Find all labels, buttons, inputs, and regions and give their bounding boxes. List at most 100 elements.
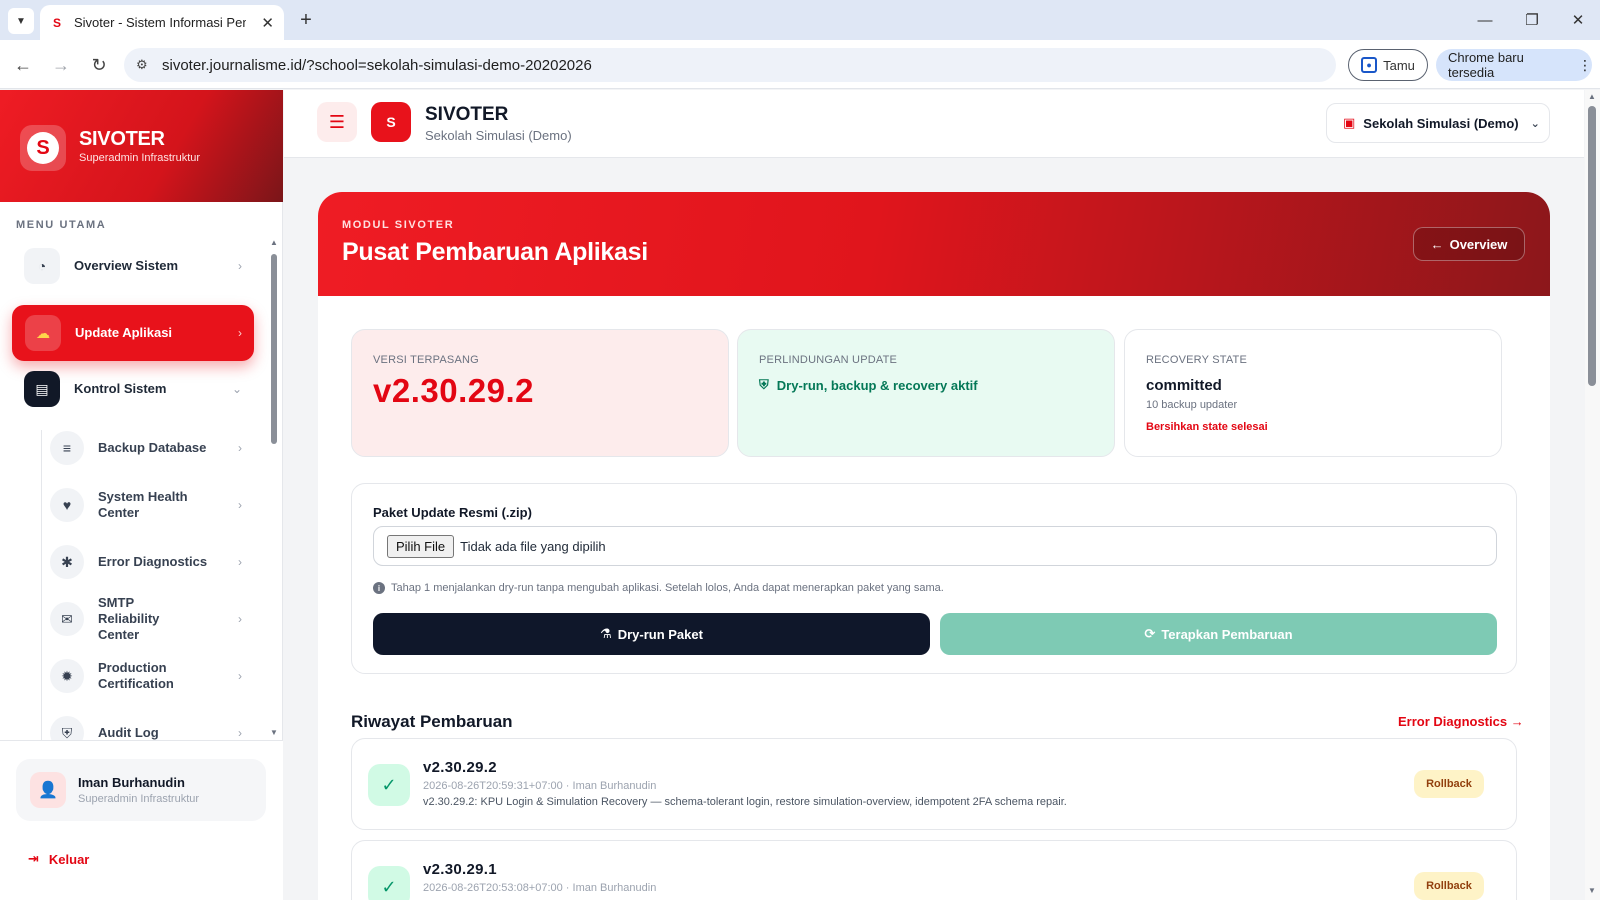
rollback-button[interactable]: Rollback <box>1414 872 1484 900</box>
stat-update-protection: PERLINDUNGAN UPDATE ⛨ Dry-run, backup & … <box>737 329 1115 457</box>
new-tab-icon[interactable]: + <box>294 8 318 32</box>
protection-status: ⛨ Dry-run, backup & recovery aktif <box>759 377 978 393</box>
history-meta: 2026-08-26T20:59:31+07:00 · Iman Burhanu… <box>423 780 657 792</box>
overview-back-button[interactable]: ← Overview <box>1413 227 1525 261</box>
logout-button[interactable]: ⇥ Keluar <box>28 851 89 867</box>
sidebar-scroll-thumb[interactable] <box>271 254 277 444</box>
chevron-right-icon: › <box>238 726 242 740</box>
history-row: ✓ v2.30.29.2 2026-08-26T20:59:31+07:00 ·… <box>351 738 1517 830</box>
sidebar-item-label: Overview Sistem <box>74 258 179 273</box>
scroll-up-icon[interactable]: ▲ <box>1588 92 1596 101</box>
user-card[interactable]: 👤 Iman Burhanudin Superadmin Infrastrukt… <box>16 759 266 821</box>
choose-file-button[interactable]: Pilih File <box>387 534 455 558</box>
restore-icon[interactable]: ❐ <box>1519 8 1545 32</box>
file-status: Tidak ada file yang dipilih <box>460 538 606 554</box>
page-scroll-thumb[interactable] <box>1588 106 1596 386</box>
scroll-down-icon[interactable]: ▼ <box>1588 886 1596 895</box>
browser-tab-bar: ▼ S Sivoter - Sistem Informasi Pemilihan… <box>0 0 1600 40</box>
arrow-left-icon: ← <box>1430 236 1444 252</box>
sidebar-item-label: Error Diagnostics <box>98 554 208 569</box>
history-note: v2.30.29.2: KPU Login & Simulation Recov… <box>423 796 1067 808</box>
logout-icon: ⇥ <box>28 851 39 866</box>
sidebar-item-kontrol[interactable]: ▤ Kontrol Sistem ⌄ <box>24 368 254 410</box>
reload-icon[interactable]: ↻ <box>86 52 112 78</box>
scroll-up-icon[interactable]: ▲ <box>270 238 278 247</box>
history-version: v2.30.29.1 <box>423 861 497 878</box>
sivoter-favicon-icon: S <box>52 15 61 30</box>
chrome-update-label: Chrome baru tersedia <box>1448 50 1524 80</box>
error-diagnostics-link[interactable]: Error Diagnostics → <box>1398 714 1524 729</box>
sync-icon: ⟳ <box>1144 626 1156 641</box>
sidebar-item-update[interactable]: ☁ Update Aplikasi › <box>12 305 254 361</box>
certificate-icon: ✹ <box>50 659 84 693</box>
user-role: Superadmin Infrastruktur <box>78 793 200 805</box>
sidebar-item-label: Audit Log <box>98 725 159 740</box>
guest-profile-button[interactable]: ● Tamu <box>1348 49 1428 81</box>
sidebar-item-label: SMTP Reliability Center <box>98 595 160 642</box>
stat-label: RECOVERY STATE <box>1146 354 1248 366</box>
sidebar-brand-subtitle: Superadmin Infrastruktur <box>79 152 201 164</box>
apply-update-label: Terapkan Pembaruan <box>1161 626 1293 642</box>
tab-close-icon[interactable]: ✕ <box>261 14 274 32</box>
sidebar-item-certification[interactable]: ✹ Production Certification › <box>50 658 254 694</box>
sidebar-item-backup[interactable]: ≡ Backup Database › <box>50 430 254 466</box>
chevron-right-icon: › <box>238 441 242 455</box>
chevron-down-icon: ⌄ <box>1530 117 1540 130</box>
dry-run-button[interactable]: ⚗ Dry-run Paket <box>373 613 930 655</box>
sidebar-item-label: System Health Center <box>98 489 188 520</box>
protection-value: Dry-run, backup & recovery aktif <box>776 377 978 393</box>
flask-icon: ⚗ <box>600 626 612 641</box>
check-icon: ✓ <box>368 764 410 806</box>
chevron-right-icon: › <box>238 326 242 340</box>
page-scrollbar[interactable]: ▲ ▼ <box>1585 90 1600 900</box>
update-center-card: MODUL SIVOTER Pusat Pembaruan Aplikasi ←… <box>318 192 1550 900</box>
chevron-right-icon: › <box>238 612 242 626</box>
sidebar-item-smtp[interactable]: ✉ SMTP Reliability Center › <box>50 595 254 642</box>
rollback-button[interactable]: Rollback <box>1414 770 1484 798</box>
database-icon: ≡ <box>50 431 84 465</box>
school-icon: ▣ <box>1343 115 1356 130</box>
cloud-upload-icon: ☁ <box>25 315 61 351</box>
overview-back-label: Overview <box>1449 236 1508 252</box>
scroll-down-icon[interactable]: ▼ <box>270 728 278 737</box>
forward-arrow-icon[interactable]: → <box>48 52 74 78</box>
clear-state-link[interactable]: Bersihkan state selesai <box>1146 421 1268 433</box>
school-selector[interactable]: ▣ Sekolah Simulasi (Demo) ⌄ <box>1326 103 1550 143</box>
address-bar[interactable]: ⚙ sivoter.journalisme.id/?school=sekolah… <box>124 48 1336 82</box>
minimize-icon[interactable]: — <box>1472 8 1498 32</box>
history-row: ✓ v2.30.29.1 2026-08-26T20:53:08+07:00 ·… <box>351 840 1517 900</box>
hamburger-menu-icon[interactable]: ☰ <box>317 102 357 142</box>
browser-tab-active[interactable]: S Sivoter - Sistem Informasi Pemilihan ✕ <box>40 5 284 40</box>
chevron-right-icon: › <box>238 555 242 569</box>
info-icon: i <box>373 582 385 594</box>
check-icon: ✓ <box>368 866 410 900</box>
back-arrow-icon[interactable]: ← <box>10 52 36 78</box>
chevron-right-icon: › <box>238 259 242 273</box>
user-name: Iman Burhanudin <box>78 775 185 790</box>
sidebar-item-label: Update Aplikasi <box>75 325 173 340</box>
address-url[interactable]: sivoter.journalisme.id/?school=sekolah-s… <box>162 57 592 74</box>
chevron-right-icon: › <box>238 498 242 512</box>
sidebar-item-health[interactable]: ♥ System Health Center › <box>50 487 254 523</box>
sidebar-item-overview[interactable]: ◔ Overview Sistem › <box>24 245 254 287</box>
hero-banner: MODUL SIVOTER Pusat Pembaruan Aplikasi ←… <box>318 192 1550 296</box>
chrome-update-button[interactable]: Chrome baru tersedia ⋮ <box>1436 49 1592 81</box>
tab-search-button[interactable]: ▼ <box>8 8 34 34</box>
upload-hint-text: Tahap 1 menjalankan dry-run tanpa mengub… <box>391 582 944 594</box>
user-avatar-icon: 👤 <box>30 772 66 808</box>
recovery-state-value: committed <box>1146 377 1222 394</box>
apply-update-button[interactable]: ⟳ Terapkan Pembaruan <box>940 613 1497 655</box>
upload-package-panel: Paket Update Resmi (.zip) Pilih File Tid… <box>351 483 1517 674</box>
submenu-tree-line <box>41 430 42 750</box>
sidebar-item-error[interactable]: ✱ Error Diagnostics › <box>50 544 254 580</box>
page-title: Pusat Pembaruan Aplikasi <box>342 238 648 266</box>
window-close-icon[interactable]: ✕ <box>1565 8 1591 32</box>
header-title: SIVOTER <box>425 104 509 125</box>
guest-label: Tamu <box>1383 57 1415 73</box>
heart-pulse-icon: ♥ <box>50 488 84 522</box>
installed-version-value: v2.30.29.2 <box>373 372 534 409</box>
stat-recovery-state: RECOVERY STATE committed 10 backup updat… <box>1124 329 1502 457</box>
site-settings-icon[interactable]: ⚙ <box>136 57 156 73</box>
package-file-input[interactable]: Pilih File Tidak ada file yang dipilih <box>373 526 1497 566</box>
sidebar-scrollbar[interactable]: ▲ ▼ <box>270 238 278 742</box>
